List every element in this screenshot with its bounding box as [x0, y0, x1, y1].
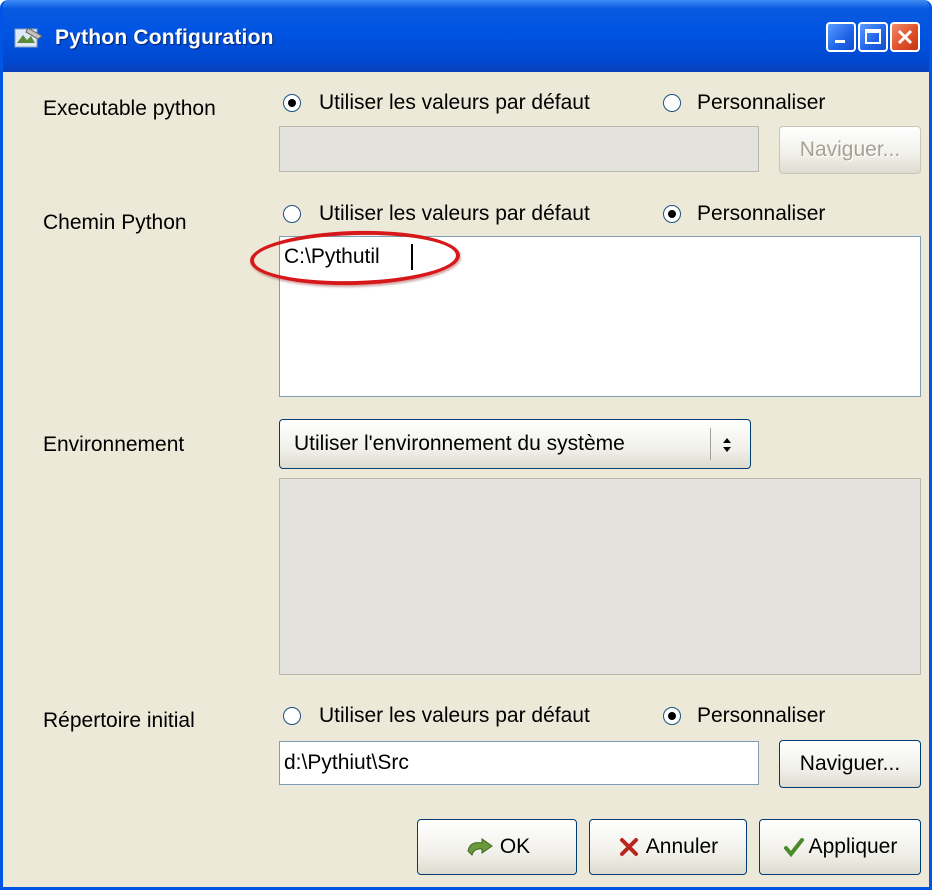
cancel-label: Annuler	[645, 835, 719, 858]
ok-label: OK	[499, 835, 531, 858]
environment-textarea	[279, 478, 921, 675]
environment-select[interactable]: Utiliser l'environnement du système	[279, 419, 751, 469]
cancel-button[interactable]: Annuler	[589, 819, 747, 875]
maximize-icon	[865, 29, 881, 44]
maximize-button[interactable]	[858, 22, 888, 52]
executable-default-label[interactable]: Utiliser les valeurs par défaut	[319, 91, 590, 115]
executable-default-radio[interactable]	[283, 94, 301, 112]
chemin-default-label[interactable]: Utiliser les valeurs par défaut	[319, 202, 590, 226]
python-configuration-dialog: Python Configuration Executable python U…	[0, 0, 932, 890]
close-icon	[897, 29, 913, 45]
environment-select-value: Utiliser l'environnement du système	[294, 432, 625, 455]
close-button[interactable]	[890, 22, 920, 52]
apply-label: Appliquer	[808, 835, 898, 858]
window-title: Python Configuration	[55, 26, 274, 49]
repertoire-custom-radio[interactable]	[663, 707, 681, 725]
minimize-button[interactable]	[826, 22, 856, 52]
chemin-custom-label[interactable]: Personnaliser	[697, 202, 825, 226]
cancel-x-icon	[619, 838, 638, 856]
apply-check-icon	[783, 838, 804, 858]
minimize-icon	[835, 40, 845, 43]
executable-path-field	[279, 126, 759, 172]
updown-arrow-icon	[723, 438, 731, 452]
ok-button[interactable]: OK	[417, 819, 577, 875]
chemin-default-radio[interactable]	[283, 205, 301, 223]
repertoire-path-field[interactable]: d:\Pythiut\Src	[279, 741, 759, 785]
repertoire-browse-button[interactable]: Naviguer...	[779, 740, 921, 788]
repertoire-default-label[interactable]: Utiliser les valeurs par défaut	[319, 704, 590, 728]
apply-button[interactable]: Appliquer	[759, 819, 921, 875]
executable-custom-radio[interactable]	[663, 94, 681, 112]
repertoire-initial-label: Répertoire initial	[43, 709, 195, 732]
chemin-custom-radio[interactable]	[663, 205, 681, 223]
repertoire-custom-label[interactable]: Personnaliser	[697, 704, 825, 728]
repertoire-path-value: d:\Pythiut\Src	[284, 751, 409, 774]
executable-python-label: Executable python	[43, 97, 216, 120]
executable-custom-label[interactable]: Personnaliser	[697, 91, 825, 115]
repertoire-default-radio[interactable]	[283, 707, 301, 725]
chemin-python-label: Chemin Python	[43, 211, 187, 234]
environnement-label: Environnement	[43, 433, 185, 456]
executable-browse-button: Naviguer...	[779, 126, 921, 174]
ok-check-icon	[467, 838, 493, 856]
app-icon	[14, 27, 43, 48]
title-bar[interactable]: Python Configuration	[3, 0, 929, 72]
select-divider	[710, 428, 711, 460]
